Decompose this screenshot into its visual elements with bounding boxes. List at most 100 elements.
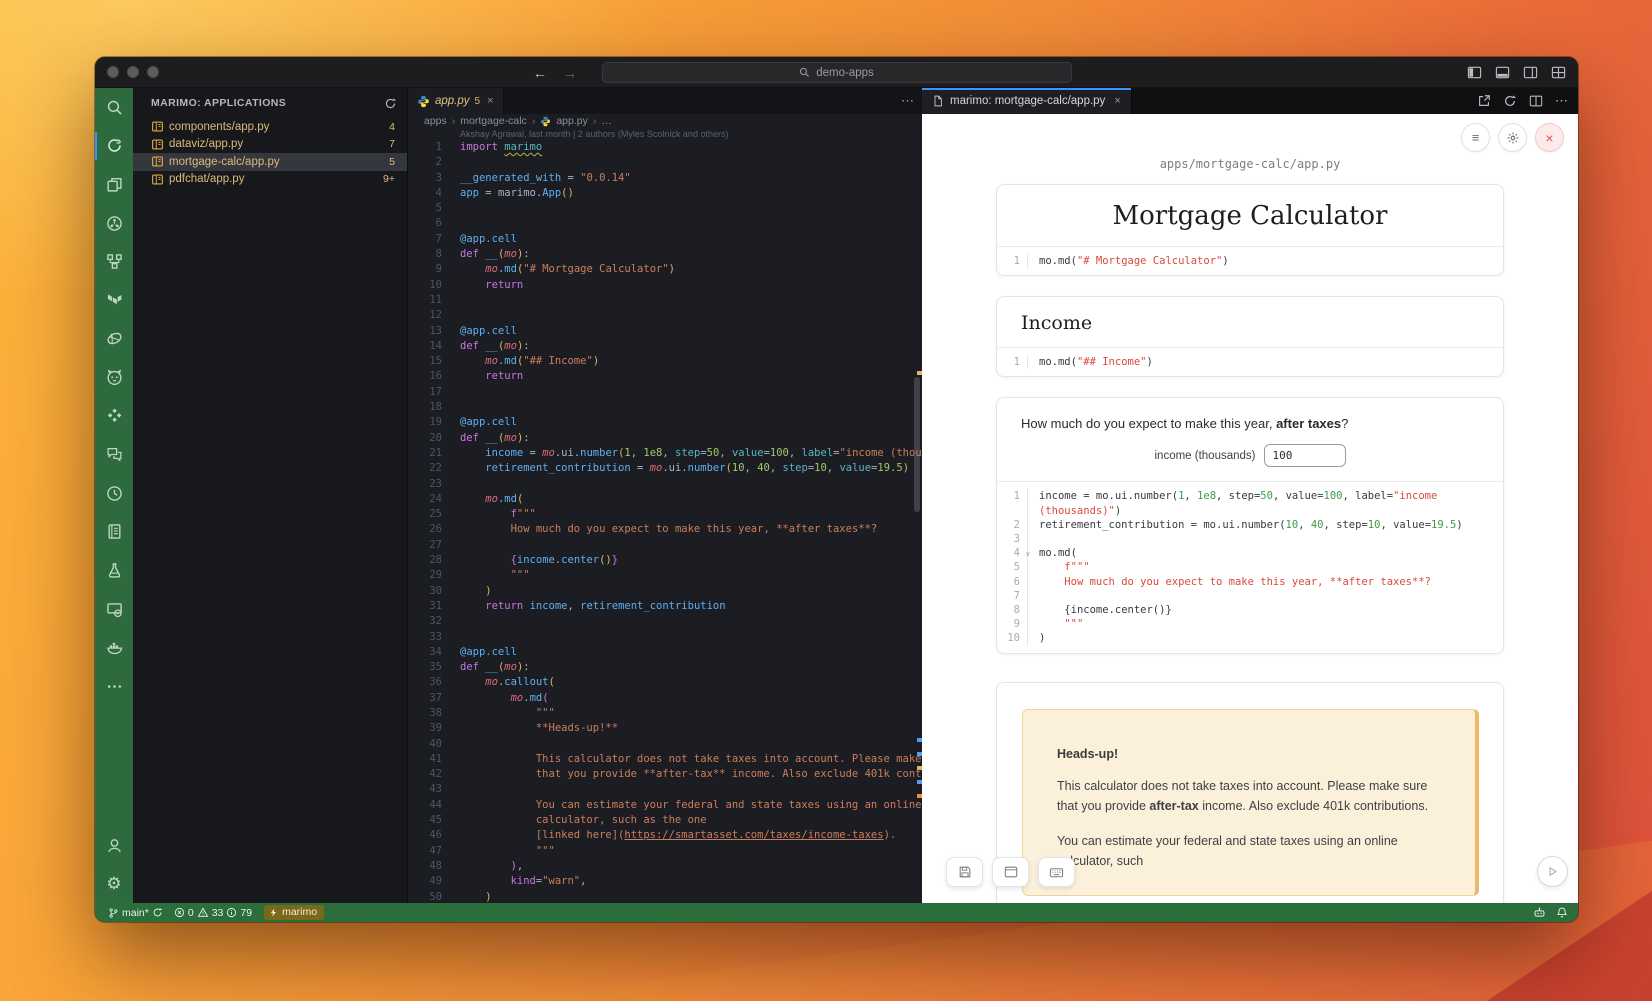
- customize-layout-icon[interactable]: [1551, 65, 1566, 80]
- maximize-window-button[interactable]: [147, 66, 159, 78]
- code-editor[interactable]: 1import marimo23__generated_with = "0.0.…: [408, 140, 922, 903]
- save-button[interactable]: [946, 857, 983, 887]
- toggle-secondary-sidebar-icon[interactable]: [1523, 65, 1538, 80]
- warning-icon: [197, 907, 209, 918]
- line-number: 23: [408, 477, 442, 492]
- activity-item-search[interactable]: [95, 88, 133, 127]
- code-line-34: 34@app.cell: [408, 645, 922, 660]
- editor-group-right: marimo: mortgage-calc/app.py × ⋯ ≡ ×: [922, 88, 1578, 903]
- marimo-status-badge[interactable]: marimo: [264, 905, 324, 920]
- marimo-cells: Mortgage Calculator 1 mo.md("# Mortgage …: [996, 184, 1504, 903]
- info-icon: [226, 907, 237, 918]
- code-line-35: 35def __(mo):: [408, 660, 922, 675]
- file-row-dataviz-app-py[interactable]: dataviz/app.py 7: [133, 136, 407, 154]
- activity-item-linked-nodes[interactable]: [95, 242, 133, 281]
- line-number: 17: [408, 385, 442, 400]
- line-number: 48: [408, 859, 442, 874]
- split-editor-icon[interactable]: [1529, 94, 1543, 108]
- cell-code[interactable]: 1 income = mo.ui.number(1, 1e8, step=50,…: [997, 482, 1503, 652]
- activity-item-globe-ball[interactable]: [95, 320, 133, 359]
- refresh-icon[interactable]: [384, 97, 397, 110]
- income-number-input[interactable]: [1264, 444, 1346, 467]
- line-number: 7: [997, 589, 1027, 603]
- code-line-43: 43: [408, 782, 922, 797]
- tab-overflow-icon[interactable]: ⋯: [901, 88, 914, 114]
- line-number: 8: [408, 247, 442, 262]
- activity-item-marimo[interactable]: [95, 127, 133, 166]
- reload-preview-icon[interactable]: [1503, 94, 1517, 108]
- terraform-icon: [106, 292, 123, 309]
- line-number: 29: [408, 568, 442, 583]
- floppy-icon: [958, 865, 972, 879]
- breadcrumb-apps[interactable]: apps: [424, 115, 447, 127]
- code-line-8: 8def __(mo):: [408, 247, 922, 262]
- activity-item-remote-window[interactable]: [95, 590, 133, 629]
- python-icon: [540, 116, 551, 127]
- more-dots-icon: [106, 678, 123, 695]
- activity-item-diamonds[interactable]: [95, 397, 133, 436]
- breadcrumb-folder[interactable]: mortgage-calc: [460, 115, 527, 127]
- line-number: 15: [408, 354, 442, 369]
- problems-item[interactable]: 0 33 79: [171, 903, 255, 922]
- line-number: 26: [408, 522, 442, 537]
- line-number: 16: [408, 369, 442, 384]
- cell-code[interactable]: 1 mo.md("# Mortgage Calculator"): [997, 247, 1503, 275]
- activity-item-terraform[interactable]: [95, 281, 133, 320]
- copilot-robot-icon[interactable]: [1533, 906, 1546, 919]
- activity-item-settings-gear[interactable]: ⚙: [95, 864, 133, 903]
- activity-item-docker-whale[interactable]: [95, 628, 133, 667]
- file-row-mortgage-calc-app-py[interactable]: mortgage-calc/app.py 5: [133, 153, 407, 171]
- menu-button[interactable]: ≡: [1461, 123, 1490, 152]
- run-button[interactable]: [1537, 856, 1568, 887]
- code-line-23: 23: [408, 477, 922, 492]
- toggle-panel-icon[interactable]: [1495, 65, 1510, 80]
- cell-income-input: How much do you expect to make this year…: [996, 397, 1504, 653]
- close-tab-icon[interactable]: ×: [1114, 95, 1120, 107]
- close-tab-icon[interactable]: ×: [487, 95, 493, 107]
- cell-code[interactable]: 1 mo.md("## Income"): [997, 348, 1503, 376]
- activity-item-more-dots[interactable]: [95, 667, 133, 706]
- sidebar-header: MARIMO: APPLICATIONS: [133, 88, 407, 118]
- tab-app-py[interactable]: app.py 5 ×: [408, 88, 504, 114]
- linked-nodes-icon: [106, 253, 123, 270]
- forward-icon[interactable]: →: [563, 65, 577, 81]
- history-clock-icon: [106, 485, 123, 502]
- panel-button[interactable]: [992, 857, 1029, 887]
- keyboard-shortcuts-button[interactable]: [1038, 857, 1075, 887]
- git-branch-item[interactable]: main*: [105, 903, 166, 922]
- activity-item-history-clock[interactable]: [95, 474, 133, 513]
- code-line-5: 5: [408, 201, 922, 216]
- warning-count: 33: [212, 907, 224, 919]
- activity-item-test-beaker[interactable]: [95, 551, 133, 590]
- open-external-icon[interactable]: [1477, 94, 1491, 108]
- minimize-window-button[interactable]: [127, 66, 139, 78]
- toggle-primary-sidebar-icon[interactable]: [1467, 65, 1482, 80]
- more-actions-icon[interactable]: ⋯: [1555, 93, 1568, 109]
- branch-name: main*: [122, 907, 149, 919]
- file-row-components-app-py[interactable]: components/app.py 4: [133, 118, 407, 136]
- file-list: components/app.py 4 dataviz/app.py 7 mor…: [133, 118, 407, 188]
- fold-chevron-icon[interactable]: ∨: [1026, 547, 1030, 561]
- notifications-bell-icon[interactable]: [1556, 906, 1568, 919]
- activity-item-run-graph[interactable]: [95, 204, 133, 243]
- shutdown-button[interactable]: ×: [1535, 123, 1564, 152]
- breadcrumb-file[interactable]: app.py: [556, 115, 588, 127]
- back-icon[interactable]: ←: [533, 65, 547, 81]
- breadcrumb-symbol[interactable]: …: [601, 115, 612, 127]
- activity-item-comments[interactable]: [95, 435, 133, 474]
- sidebar-marimo-explorer: MARIMO: APPLICATIONS components/app.py 4…: [133, 88, 408, 903]
- editor-scrollbar[interactable]: [914, 377, 920, 512]
- activity-item-notebook[interactable]: [95, 513, 133, 552]
- activity-item-account[interactable]: [95, 826, 133, 865]
- app-settings-button[interactable]: [1498, 123, 1527, 152]
- line-number: 25: [408, 507, 442, 522]
- line-number: 1: [997, 489, 1027, 517]
- command-center-search[interactable]: demo-apps: [602, 62, 1072, 83]
- activity-item-copy-pages[interactable]: [95, 165, 133, 204]
- line-number: 2: [997, 518, 1027, 532]
- activity-item-github[interactable]: [95, 358, 133, 397]
- file-row-pdfchat-app-py[interactable]: pdfchat/app.py 9+: [133, 171, 407, 189]
- close-window-button[interactable]: [107, 66, 119, 78]
- tab-marimo-preview[interactable]: marimo: mortgage-calc/app.py ×: [922, 88, 1132, 114]
- line-number: 50: [408, 890, 442, 903]
